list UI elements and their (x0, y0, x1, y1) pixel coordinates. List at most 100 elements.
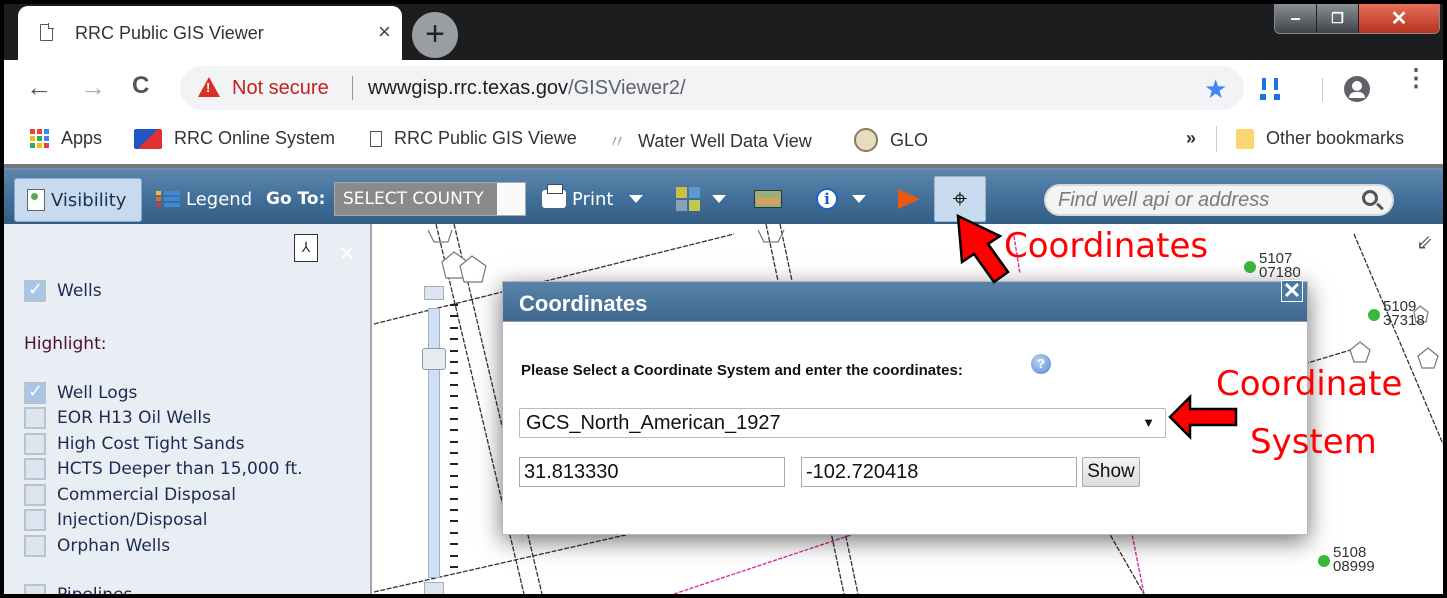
legend-label: Legend (186, 188, 253, 210)
annotation-coordinates: Coordinates (1004, 226, 1209, 266)
dialog-close-button[interactable]: ✕ (1281, 280, 1303, 302)
extension-icon[interactable] (1258, 78, 1284, 104)
minimize-button[interactable]: – (1275, 4, 1317, 33)
measure-button[interactable] (754, 182, 782, 216)
layer-pipelines[interactable]: Pipelines (24, 584, 132, 594)
bookmark-star-icon[interactable]: ★ (1204, 74, 1227, 105)
layer-label: High Cost Tight Sands (57, 434, 245, 454)
zoom-slider[interactable] (422, 286, 446, 594)
flag-button[interactable] (898, 182, 920, 216)
checkbox[interactable] (24, 484, 46, 506)
well-dot-icon (1244, 261, 1256, 273)
highlight-hcts-deeper[interactable]: HCTS Deeper than 15,000 ft. (24, 458, 303, 480)
zoom-out-button[interactable] (424, 582, 444, 594)
well-dot-icon (1368, 309, 1380, 321)
tab-rrc-gis-viewer[interactable]: RRC Public GIS Viewer × (18, 6, 402, 60)
zoom-in-button[interactable] (424, 286, 444, 300)
warning-icon[interactable]: ! (198, 77, 220, 97)
other-bookmarks[interactable]: Other bookmarks (1236, 128, 1404, 149)
tab-strip: RRC Public GIS Viewer × + – ❐ ✕ (4, 4, 1443, 60)
coordinates-button[interactable]: ⌖ (934, 176, 986, 222)
folder-icon (1236, 128, 1254, 149)
bookmark-apps[interactable]: Apps (30, 128, 102, 149)
well-label[interactable]: 5107 07180 (1244, 251, 1301, 280)
profile-avatar-icon[interactable] (1344, 76, 1370, 102)
bookmarks-overflow-button[interactable]: » (1186, 128, 1196, 149)
search-icon[interactable] (1362, 190, 1378, 206)
layer-label: Commercial Disposal (57, 485, 236, 505)
rrc-logo-icon (134, 128, 162, 149)
pdf-icon[interactable]: ⅄ (294, 234, 318, 262)
well-label[interactable]: 5108 08999 (1318, 545, 1375, 574)
goto-label: Go To: (266, 182, 325, 216)
coordinate-system-select[interactable]: GCS_North_American_1927 ▼ (519, 408, 1166, 438)
checkbox[interactable] (24, 535, 46, 557)
divider (352, 76, 353, 100)
apps-grid-icon (30, 129, 49, 148)
highlight-well-logs[interactable]: Well Logs (24, 381, 137, 404)
restore-button[interactable]: ❐ (1317, 4, 1359, 33)
new-tab-button[interactable]: + (412, 12, 458, 58)
bookmark-glo[interactable]: GLO (854, 128, 928, 152)
visibility-button[interactable]: Visibility (14, 178, 142, 222)
latitude-input[interactable] (519, 457, 785, 487)
well-id: 37318 (1383, 312, 1425, 329)
address-bar[interactable]: ! Not secure wwwgisp.rrc.texas.gov/GISVi… (180, 66, 1244, 110)
document-icon (40, 23, 54, 41)
checkbox[interactable] (24, 407, 46, 429)
well-dot-icon (1318, 555, 1330, 567)
tab-title: RRC Public GIS Viewer (75, 23, 264, 43)
reload-button[interactable]: C (132, 72, 149, 100)
highlight-orphan-wells[interactable]: Orphan Wells (24, 535, 170, 557)
highlight-high-cost-tight-sands[interactable]: High Cost Tight Sands (24, 433, 245, 455)
menu-icon[interactable]: ⋮ (1404, 67, 1428, 91)
checkbox[interactable] (24, 584, 46, 594)
well-search-input[interactable] (1058, 188, 1338, 212)
highlight-injection-disposal[interactable]: Injection/Disposal (24, 509, 207, 531)
visibility-icon (27, 189, 45, 211)
help-icon[interactable]: ? (1031, 354, 1051, 374)
back-button[interactable]: ← (26, 72, 52, 103)
zoom-ticks (450, 304, 460, 577)
bookmark-label: Water Well Data View (638, 130, 812, 151)
bookmark-label: Other bookmarks (1266, 128, 1405, 148)
layer-label: Wells (57, 281, 102, 301)
forward-button[interactable]: → (80, 72, 106, 103)
expand-icon[interactable]: ⇙ (1416, 230, 1433, 255)
annotation-coordinate-system-line1: Coordinate (1216, 364, 1403, 404)
longitude-input[interactable] (801, 457, 1077, 487)
bookmark-rrc-gis[interactable]: RRC Public GIS Viewe (370, 128, 577, 149)
county-select[interactable]: SELECT COUNTY (334, 182, 526, 216)
layer-label: Orphan Wells (57, 536, 171, 556)
close-window-button[interactable]: ✕ (1359, 4, 1439, 33)
show-button[interactable]: Show (1082, 457, 1140, 487)
security-status[interactable]: Not secure (232, 77, 329, 100)
bookmark-rrc-online[interactable]: RRC Online System (134, 128, 335, 149)
legend-button[interactable]: Legend (156, 182, 252, 216)
wells-checkbox[interactable] (24, 279, 46, 302)
checkbox[interactable] (24, 381, 46, 404)
bookmark-water-well[interactable]: 〃 Water Well Data View (608, 128, 812, 154)
dialog-header[interactable]: Coordinates ✕ (503, 280, 1307, 322)
highlight-commercial-disposal[interactable]: Commercial Disposal (24, 484, 236, 506)
bookmark-label: GLO (890, 129, 929, 150)
well-symbol (757, 229, 785, 243)
highlight-eor-h13[interactable]: EOR H13 Oil Wells (24, 407, 211, 429)
tab-close-button[interactable]: × (378, 19, 391, 45)
checkbox[interactable] (24, 433, 46, 455)
well-label[interactable]: 5109 37318 (1368, 299, 1425, 329)
basemap-button[interactable] (676, 182, 726, 216)
navigation-bar: ← → C ! Not secure wwwgisp.rrc.texas.gov… (4, 60, 1443, 114)
layer-wells[interactable]: Wells (24, 279, 102, 302)
zoom-handle[interactable] (422, 348, 446, 370)
panel-close-button[interactable]: × (340, 240, 354, 268)
identify-button[interactable]: i (816, 182, 866, 216)
chevron-down-icon[interactable] (629, 195, 644, 203)
checkbox[interactable] (24, 509, 46, 531)
checkbox[interactable] (24, 458, 46, 480)
print-button[interactable]: Print (542, 182, 644, 216)
bookmark-label: RRC Online System (174, 128, 336, 148)
bookmarks-bar: Apps RRC Online System RRC Public GIS Vi… (4, 114, 1443, 168)
coordinate-system-value: GCS_North_American_1927 (526, 412, 781, 434)
url-text[interactable]: wwwgisp.rrc.texas.gov/GISViewer2/ (368, 77, 686, 100)
